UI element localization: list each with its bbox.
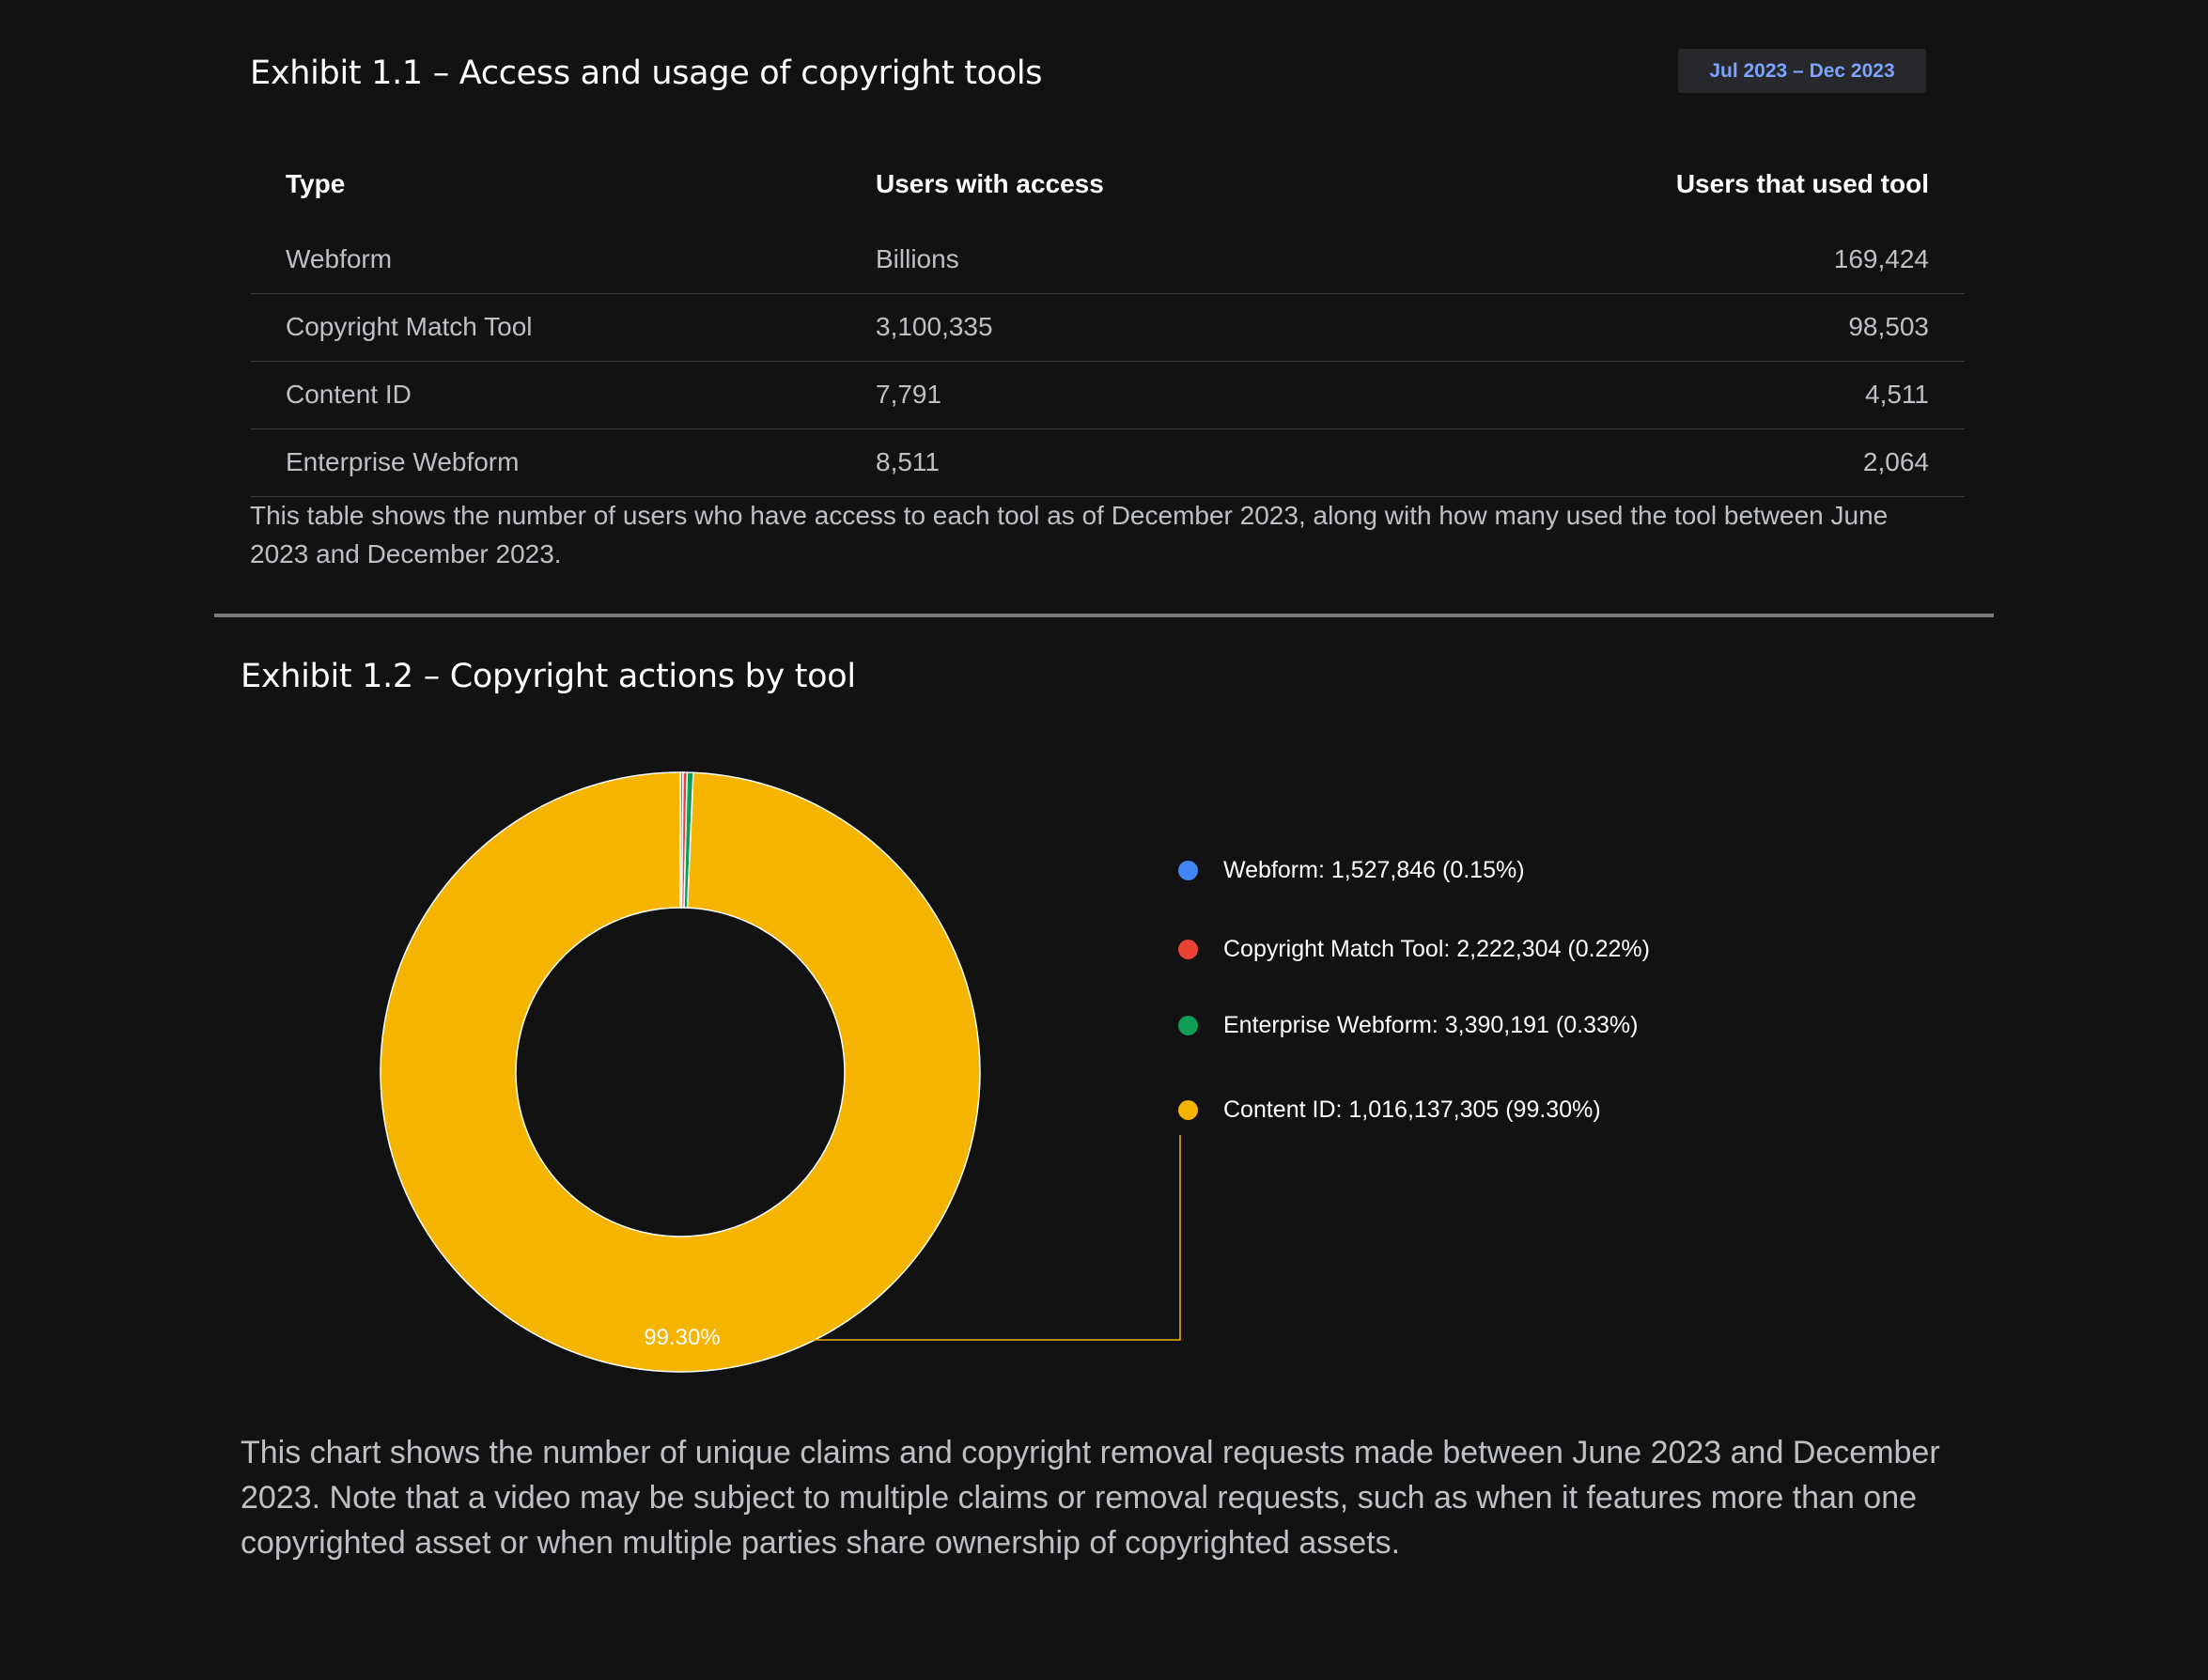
legend-item-webform[interactable]: Webform: 1,527,846 (0.15%) bbox=[1178, 857, 1525, 884]
legend-label: Copyright Match Tool: 2,222,304 (0.22%) bbox=[1223, 936, 1650, 962]
legend-label: Content ID: 1,016,137,305 (99.30%) bbox=[1223, 1097, 1601, 1123]
legend-item-copyright-match-tool[interactable]: Copyright Match Tool: 2,222,304 (0.22%) bbox=[1178, 936, 1650, 963]
legend-item-enterprise-webform[interactable]: Enterprise Webform: 3,390,191 (0.33%) bbox=[1178, 1012, 1638, 1039]
legend-dot-icon bbox=[1178, 1016, 1198, 1035]
donut-slice-content-id[interactable] bbox=[380, 771, 981, 1373]
legend-dot-icon bbox=[1178, 861, 1198, 880]
slice-label: 99.30% bbox=[644, 1325, 720, 1350]
legend-dot-icon bbox=[1178, 1100, 1198, 1120]
legend-label: Enterprise Webform: 3,390,191 (0.33%) bbox=[1223, 1012, 1639, 1038]
chart-caption: This chart shows the number of unique cl… bbox=[241, 1435, 1940, 1561]
legend-dot-icon bbox=[1178, 940, 1198, 959]
legend-item-content-id[interactable]: Content ID: 1,016,137,305 (99.30%) bbox=[1178, 1097, 1601, 1124]
donut-chart: 99.30% bbox=[380, 771, 1181, 1373]
legend-label: Webform: 1,527,846 (0.15%) bbox=[1223, 857, 1525, 883]
